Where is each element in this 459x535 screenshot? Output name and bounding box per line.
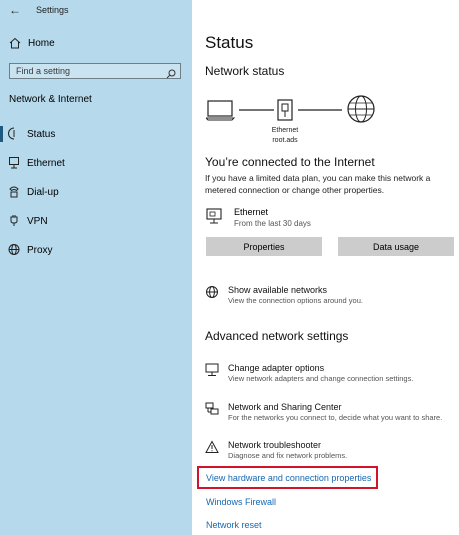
option-subtitle: Diagnose and fix network problems. xyxy=(228,451,348,460)
option-title: Network troubleshooter xyxy=(228,440,322,450)
connected-description: If you have a limited data plan, you can… xyxy=(205,173,431,195)
dialup-icon xyxy=(8,185,20,203)
diagram-domain-label: root.ads xyxy=(272,137,298,144)
option-subtitle: For the networks you connect to, decide … xyxy=(228,413,443,422)
home-icon xyxy=(8,36,22,55)
sidebar-item-label: Status xyxy=(27,129,56,140)
network-reset-link[interactable]: Network reset xyxy=(206,520,262,530)
network-diagram: Ethernet root.ads xyxy=(206,94,386,146)
title-bar: ← Settings xyxy=(0,0,192,22)
sidebar-item-proxy[interactable]: Proxy xyxy=(0,241,192,259)
ethernet-port-icon xyxy=(277,99,293,121)
section-title: Network & Internet xyxy=(9,94,92,105)
sharing-icon xyxy=(205,402,219,421)
connection-name: Ethernet xyxy=(234,207,269,217)
search-input[interactable] xyxy=(10,64,166,78)
network-status-heading: Network status xyxy=(205,64,285,78)
sidebar-item-dialup[interactable]: Dial-up xyxy=(0,183,192,201)
windows-firewall-link[interactable]: Windows Firewall xyxy=(206,497,276,507)
internet-globe-icon xyxy=(347,95,375,123)
back-arrow-icon[interactable]: ← xyxy=(9,3,21,17)
warning-icon xyxy=(205,440,219,459)
sidebar-item-status[interactable]: Status xyxy=(0,125,192,143)
connection-usage: From the last 30 days xyxy=(234,219,311,228)
hardware-properties-link[interactable]: View hardware and connection properties xyxy=(206,473,371,483)
network-globe-icon xyxy=(205,285,219,304)
show-networks-option[interactable]: Show available networks View the connect… xyxy=(192,285,459,309)
option-subtitle: View the connection options around you. xyxy=(228,296,363,305)
connected-heading: You’re connected to the Internet xyxy=(205,155,375,169)
sidebar-item-label: Dial-up xyxy=(27,187,59,198)
ethernet-connection-icon xyxy=(206,208,226,231)
ethernet-icon xyxy=(8,156,20,174)
sidebar-item-label: Proxy xyxy=(27,245,53,256)
change-adapter-option[interactable]: Change adapter options View network adap… xyxy=(192,363,459,387)
sidebar: ← Settings Home Network & Internet Statu… xyxy=(0,0,192,535)
globe-icon xyxy=(8,243,20,261)
search-box[interactable] xyxy=(9,63,181,79)
adapter-icon xyxy=(205,363,219,382)
laptop-icon xyxy=(206,100,236,121)
main-panel: Status Network status Ethernet root.ads … xyxy=(192,0,459,535)
sharing-center-option[interactable]: Network and Sharing Center For the netwo… xyxy=(192,402,459,426)
sidebar-item-label: Ethernet xyxy=(27,158,65,169)
advanced-heading: Advanced network settings xyxy=(205,329,349,343)
diagram-ethernet-label: Ethernet xyxy=(271,127,299,134)
properties-button[interactable]: Properties xyxy=(206,237,322,256)
option-title: Show available networks xyxy=(228,285,328,295)
sidebar-item-label: VPN xyxy=(27,216,48,227)
app-title: Settings xyxy=(36,5,69,15)
option-subtitle: View network adapters and change connect… xyxy=(228,374,414,383)
option-title: Network and Sharing Center xyxy=(228,402,342,412)
nav-home[interactable]: Home xyxy=(0,35,192,53)
home-label: Home xyxy=(28,38,55,49)
sidebar-item-vpn[interactable]: VPN xyxy=(0,212,192,230)
troubleshooter-option[interactable]: Network troubleshooter Diagnose and fix … xyxy=(192,440,459,464)
search-icon[interactable] xyxy=(166,66,176,84)
status-icon xyxy=(8,127,20,145)
sidebar-item-ethernet[interactable]: Ethernet xyxy=(0,154,192,172)
vpn-icon xyxy=(8,214,20,232)
option-title: Change adapter options xyxy=(228,363,325,373)
data-usage-button[interactable]: Data usage xyxy=(338,237,454,256)
page-title: Status xyxy=(205,33,254,52)
